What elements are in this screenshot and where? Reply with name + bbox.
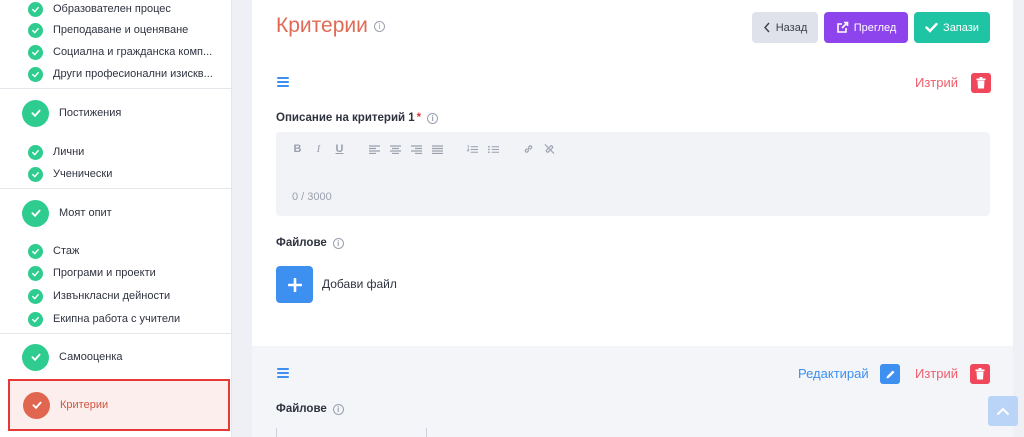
align-right-icon[interactable]: [411, 144, 422, 154]
page-title: Критерии i: [276, 14, 385, 38]
sidebar-item-label: Лични: [53, 146, 85, 158]
check-icon: [28, 44, 43, 60]
page-title-text: Критерии: [276, 14, 368, 37]
check-icon: [28, 1, 43, 17]
ordered-list-icon[interactable]: [467, 144, 478, 154]
drag-handle-icon[interactable]: [277, 368, 289, 378]
align-center-icon[interactable]: [390, 144, 401, 154]
divider: [276, 428, 277, 437]
sidebar-item-teaching[interactable]: Преподаване и оценяване: [28, 20, 188, 40]
sidebar-item-teamwork[interactable]: Екипна работа с учители: [28, 309, 180, 329]
description-label: Описание на критерий 1 * i: [276, 112, 439, 124]
sidebar-item-label: Социална и гражданска комп...: [53, 46, 213, 58]
check-icon: [28, 265, 43, 281]
sidebar-section-achievements[interactable]: Постижения: [0, 89, 231, 137]
sidebar-item-other-requirements[interactable]: Други професионални изискв...: [28, 64, 213, 84]
info-icon[interactable]: i: [427, 112, 439, 124]
sidebar-item-label: Стаж: [53, 245, 80, 257]
sidebar: Образователен процес Преподаване и оценя…: [0, 0, 232, 437]
info-icon[interactable]: i: [373, 20, 385, 32]
check-icon: [22, 199, 49, 227]
underline-icon[interactable]: U: [334, 143, 345, 155]
align-justify-icon[interactable]: [432, 144, 443, 154]
required-mark: *: [416, 112, 422, 124]
sidebar-section-label: Самооценка: [59, 351, 123, 363]
check-icon: [28, 144, 43, 160]
divider: [426, 428, 427, 437]
sidebar-item-educational-process[interactable]: Образователен процес: [28, 0, 171, 19]
checkmark-icon: [925, 22, 938, 33]
char-counter: 0 / 3000: [292, 191, 332, 203]
chevron-up-icon: [996, 407, 1010, 415]
sidebar-item-students[interactable]: Ученически: [28, 164, 112, 184]
chevron-left-icon: [763, 22, 770, 33]
sidebar-section-self-assessment[interactable]: Самооценка: [0, 333, 231, 381]
sidebar-item-label: Други професионални изискв...: [53, 68, 213, 80]
edit-criterion-link[interactable]: Редактирай: [798, 366, 869, 381]
sidebar-item-social-competence[interactable]: Социална и гражданска комп...: [28, 42, 212, 62]
sidebar-item-label: Извънкласни дейности: [53, 290, 171, 302]
pencil-icon[interactable]: [880, 364, 900, 384]
sidebar-item-extracurricular[interactable]: Извънкласни дейности: [28, 286, 170, 306]
external-link-icon: [836, 21, 848, 33]
sidebar-section-label: Моят опит: [59, 207, 112, 219]
trash-icon[interactable]: [971, 73, 991, 93]
delete-criterion-2-link[interactable]: Изтрий: [915, 366, 958, 381]
files-label: Файлове i: [276, 237, 344, 249]
check-icon: [23, 391, 50, 419]
sidebar-item-label: Екипна работа с учители: [53, 313, 181, 325]
sidebar-item-personal[interactable]: Лични: [28, 142, 84, 162]
back-button[interactable]: Назад: [752, 12, 818, 43]
sidebar-section-label: Критерии: [60, 399, 109, 411]
save-button-label: Запази: [943, 21, 979, 34]
sidebar-item-programs[interactable]: Програми и проекти: [28, 263, 156, 283]
preview-button-label: Преглед: [853, 21, 897, 34]
sidebar-item-label: Образователен процес: [53, 3, 171, 15]
bold-icon[interactable]: B: [292, 143, 303, 155]
add-file-label[interactable]: Добави файл: [322, 277, 397, 291]
sidebar-section-label: Постижения: [59, 107, 122, 119]
sidebar-item-tenure[interactable]: Стаж: [28, 241, 79, 261]
check-icon: [28, 66, 43, 82]
align-left-icon[interactable]: [369, 144, 380, 154]
sidebar-item-label: Преподаване и оценяване: [53, 24, 189, 36]
delete-criterion-link[interactable]: Изтрий: [915, 75, 958, 90]
preview-button[interactable]: Преглед: [824, 12, 908, 43]
files-label-text: Файлове: [276, 237, 327, 249]
back-button-label: Назад: [775, 21, 808, 34]
check-icon: [28, 166, 43, 182]
save-button[interactable]: Запази: [914, 12, 990, 43]
files-label-2: Файлове i: [276, 403, 344, 415]
check-icon: [22, 343, 49, 371]
editor-toolbar: B I U: [292, 143, 565, 155]
plus-icon: [287, 277, 302, 292]
unlink-icon[interactable]: [544, 143, 555, 155]
check-icon: [28, 243, 43, 259]
check-icon: [28, 22, 43, 38]
bullet-list-icon[interactable]: [488, 145, 499, 154]
italic-icon[interactable]: I: [313, 143, 324, 155]
check-icon: [28, 311, 43, 327]
sidebar-item-label: Програми и проекти: [53, 267, 156, 279]
scroll-to-top-button[interactable]: [988, 396, 1018, 426]
trash-icon[interactable]: [970, 364, 990, 384]
description-editor[interactable]: B I U 0 / 3000: [276, 132, 990, 216]
add-file-button[interactable]: [276, 266, 313, 303]
sidebar-item-label: Ученически: [53, 168, 113, 180]
check-icon: [28, 288, 43, 304]
info-icon[interactable]: i: [332, 237, 344, 249]
check-icon: [22, 99, 49, 127]
files-label-text: Файлове: [276, 403, 327, 415]
sidebar-section-experience[interactable]: Моят опит: [0, 189, 231, 237]
sidebar-section-criteria[interactable]: Критерии: [8, 379, 230, 431]
criterion-card-2: [252, 346, 1013, 437]
link-icon[interactable]: [523, 143, 534, 155]
description-label-text: Описание на критерий 1: [276, 112, 415, 124]
info-icon[interactable]: i: [332, 403, 344, 415]
drag-handle-icon[interactable]: [277, 77, 289, 87]
